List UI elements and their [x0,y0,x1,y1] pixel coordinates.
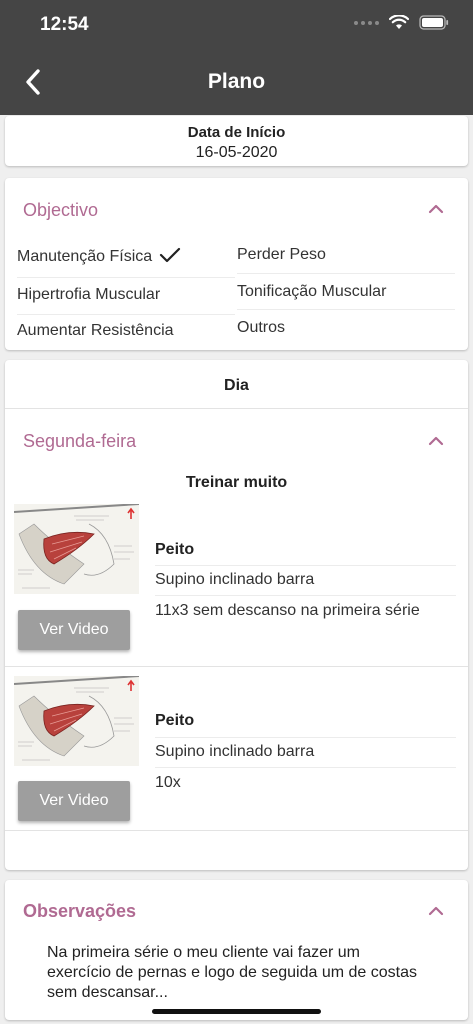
divider [237,273,455,274]
observations-title[interactable]: Observações [23,901,136,922]
start-date-value: 16-05-2020 [195,144,278,161]
divider [5,666,468,667]
objective-option-outros[interactable]: Outros [237,319,285,337]
chevron-up-icon[interactable] [428,204,444,214]
page-title: Plano [207,70,266,93]
objective-option-resistencia[interactable]: Aumentar Resistência [17,322,174,340]
divider [155,737,456,738]
divider [237,309,455,310]
plan-card: Dia Segunda-feira Treinar muito Ver Vide… [5,360,468,870]
chevron-up-icon[interactable] [428,906,444,916]
observations-text: Na primeira série o meu cliente vai faze… [47,944,418,1001]
home-indicator[interactable] [152,1009,321,1014]
exercise-name: Supino inclinado barra [155,571,315,588]
day-header: Dia [224,377,249,394]
objective-card: Objectivo Manutenção Física Hipertrofia … [5,178,468,350]
divider [155,767,456,768]
watch-video-button[interactable]: Ver Video [18,781,130,821]
battery-icon [419,15,449,30]
objective-option-hipertrofia[interactable]: Hipertrofia Muscular [17,286,160,304]
divider [155,565,456,566]
exercise-reps: 10x [155,774,181,791]
observations-card: Observações Na primeira série o meu clie… [5,880,468,1020]
divider [5,830,468,831]
start-date-label: Data de Início [187,124,286,141]
divider [155,595,456,596]
exercise-image [14,504,139,594]
objective-option-perder-peso[interactable]: Perder Peso [237,246,326,264]
exercise-image [14,676,139,766]
status-time: 12:54 [40,14,89,35]
divider [17,314,235,315]
divider [5,408,468,409]
exercise-muscle: Peito [155,712,195,729]
objective-option-label: Manutenção Física [17,248,153,265]
objective-option-tonificacao[interactable]: Tonificação Muscular [237,283,386,301]
day-name[interactable]: Segunda-feira [23,431,136,452]
objective-title[interactable]: Objectivo [23,200,98,221]
plan-subtitle: Treinar muito [185,474,288,491]
watch-video-button[interactable]: Ver Video [18,610,130,650]
exercise-reps: 11x3 sem descanso na primeira série [155,602,420,619]
checkmark-icon [159,247,180,263]
exercise-muscle: Peito [155,541,195,558]
status-icons [354,15,449,30]
objective-option-manutencao[interactable]: Manutenção Física [17,246,181,266]
chevron-up-icon[interactable] [428,436,444,446]
signal-icon [354,20,379,25]
divider [17,277,235,278]
exercise-name: Supino inclinado barra [155,743,315,760]
app-bar: 12:54 Plano [0,0,473,115]
start-date-card: Data de Início 16-05-2020 [5,116,468,166]
wifi-icon [389,15,409,29]
